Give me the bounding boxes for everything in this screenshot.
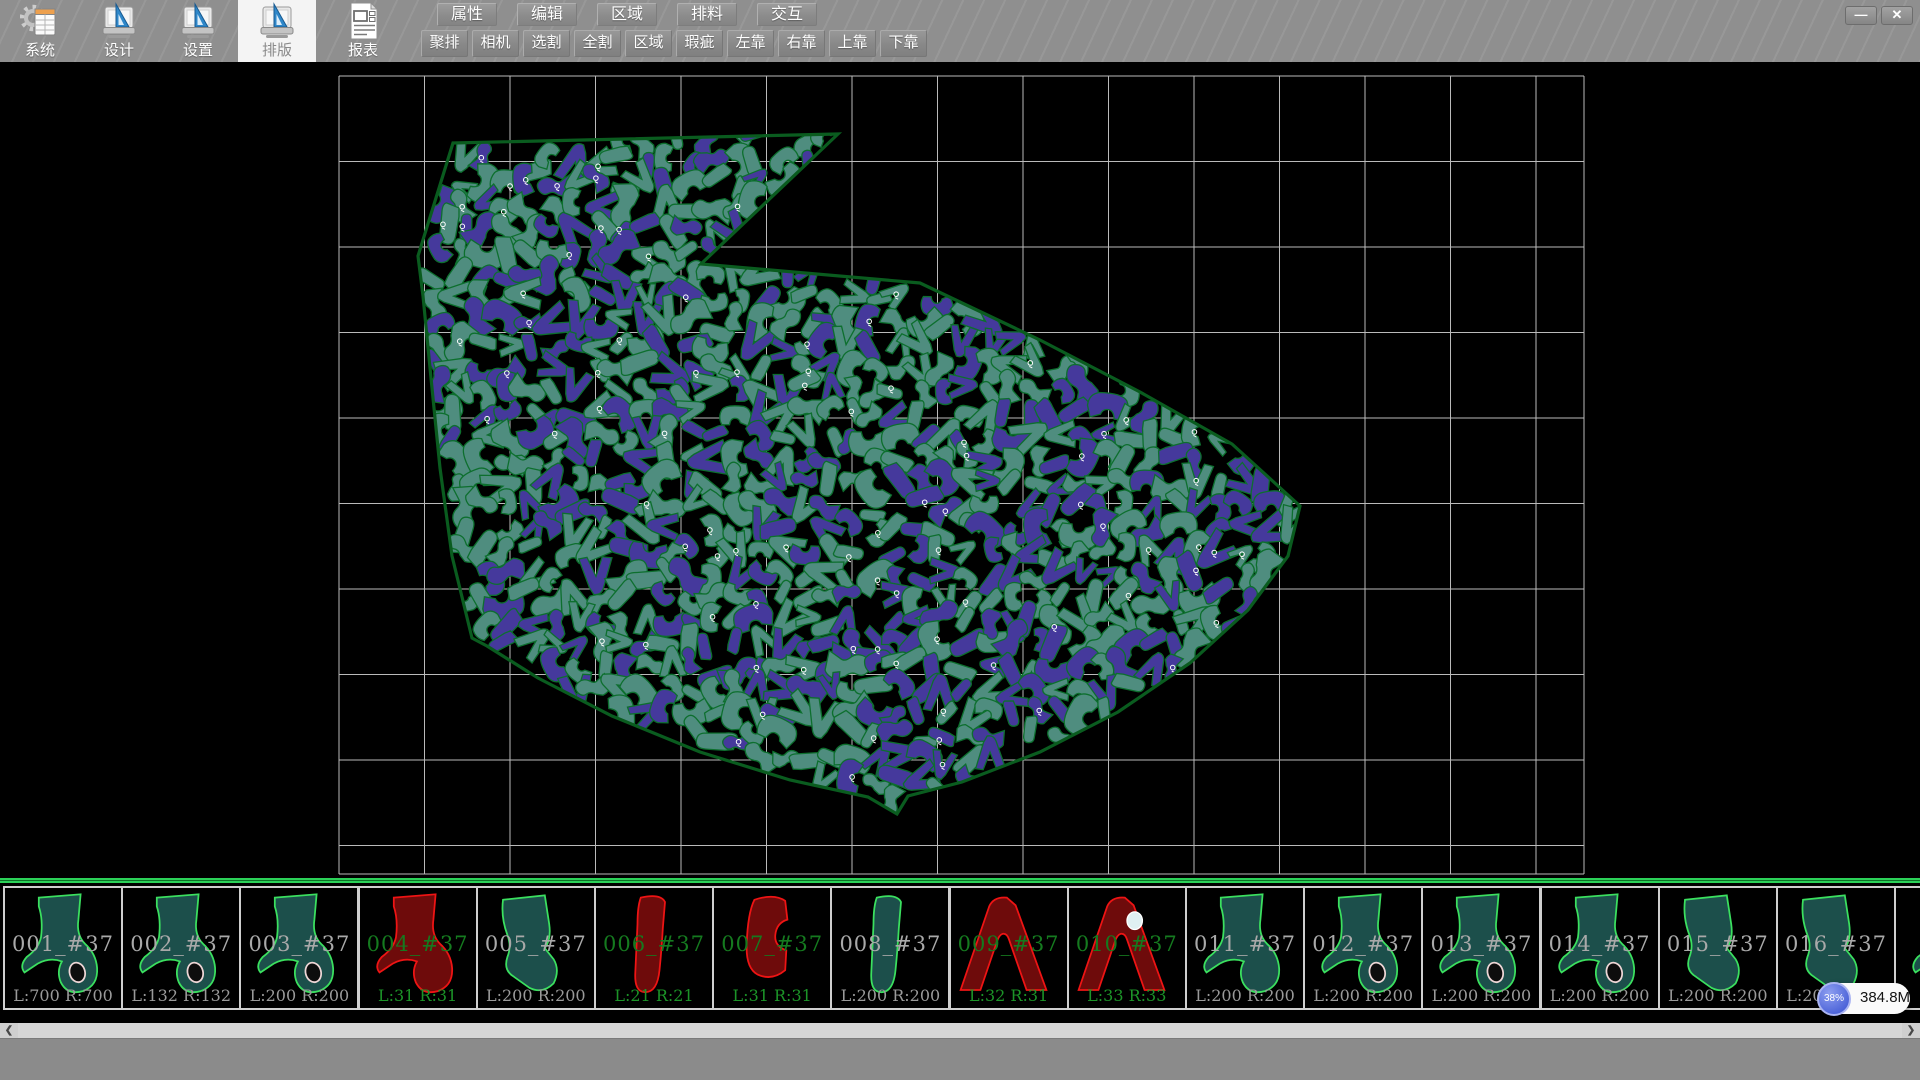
thumbnail-002_#37[interactable]: 002_#37 L:132 R:132: [121, 886, 241, 1010]
piece-id: 003_#37: [241, 932, 357, 956]
piece-id: 015_#37: [1660, 932, 1776, 956]
thumbnail-001_#37[interactable]: 001_#37 L:700 R:700: [3, 886, 123, 1010]
toolbar: 系统设计设置排版报表 属性编辑区域排料交互 聚排相机选割全割区域瑕疵左靠右靠上靠…: [0, 0, 1920, 62]
progress-badge: 38%: [1817, 982, 1851, 1016]
tool-defect[interactable]: 瑕疵: [676, 30, 723, 57]
piece-lr-count: L:31 R:31: [714, 986, 830, 1005]
minimize-button[interactable]: —: [1845, 6, 1877, 25]
menu-interact[interactable]: 交互: [757, 3, 817, 26]
piece-lr-count: L:32 R:31: [951, 986, 1067, 1005]
tool-align-top[interactable]: 上靠: [829, 30, 876, 57]
tool-cluster-nest[interactable]: 聚排: [421, 30, 468, 57]
tool-select-cut[interactable]: 选割: [523, 30, 570, 57]
progress-percent: 38%: [1824, 993, 1844, 1004]
piece-id: 002_#37: [123, 932, 239, 956]
thumbnail-015_#37[interactable]: 015_#37 L:200 R:200: [1658, 886, 1778, 1010]
piece-thumbnail-strip: 001_#37L:700 R:700002_#37L:132 R:132003_…: [0, 883, 1920, 1023]
tab-label: 排版: [238, 39, 316, 60]
tool-align-left[interactable]: 左靠: [727, 30, 774, 57]
piece-id: 016_#37: [1778, 932, 1894, 956]
piece-lr-count: L:21 R:21: [596, 986, 712, 1005]
tool-align-bottom[interactable]: 下靠: [880, 30, 927, 57]
settings-icon: [178, 1, 218, 41]
thumbnail-013_#37[interactable]: 013_#37 L:200 R:200: [1421, 886, 1541, 1010]
tab-report[interactable]: 报表: [324, 0, 402, 62]
tab-design[interactable]: 设计: [80, 0, 158, 62]
thumbnail-009_#37[interactable]: 009_#37 L:32 R:31: [949, 886, 1069, 1010]
tool-cut-all[interactable]: 全割: [574, 30, 621, 57]
piece-id: 010_#37: [1069, 932, 1185, 956]
piece-id: 005_#37: [478, 932, 594, 956]
tab-nesting[interactable]: 排版: [238, 0, 316, 62]
piece-id: 004_#37: [360, 932, 476, 956]
piece-id: 008_#37: [832, 932, 948, 956]
design-icon: [99, 1, 139, 41]
tool-camera[interactable]: 相机: [472, 30, 519, 57]
piece-id: 0: [1896, 932, 1920, 956]
h-scrollbar[interactable]: ❮ ❯: [0, 1023, 1920, 1038]
report-icon: [343, 1, 383, 41]
piece-lr-count: L:132 R:132: [123, 986, 239, 1005]
piece-lr-count: L:200 R:200: [1187, 986, 1303, 1005]
thumbnail-003_#37[interactable]: 003_#37 L:200 R:200: [239, 886, 359, 1010]
tab-label: 系统: [1, 39, 79, 60]
menu-region[interactable]: 区域: [597, 3, 657, 26]
piece-lr-count: L:31 R:31: [360, 986, 476, 1005]
scrollbar-thumb[interactable]: [18, 1023, 1902, 1038]
thumbnail-012_#37[interactable]: 012_#37 L:200 R:200: [1303, 886, 1423, 1010]
piece-lr-count: L:200 R:200: [241, 986, 357, 1005]
tab-settings[interactable]: 设置: [159, 0, 237, 62]
nesting-canvas[interactable]: [0, 62, 1920, 878]
piece-id: 007_#37: [714, 932, 830, 956]
piece-id: 012_#37: [1305, 932, 1421, 956]
system-icon: [20, 1, 60, 41]
piece-lr-count: L:200 R:200: [1305, 986, 1421, 1005]
thumbnail-010_#37[interactable]: 010_#37 L:33 R:33: [1067, 886, 1187, 1010]
piece-lr-count: L:200 R:200: [1542, 986, 1658, 1005]
status-bar: [0, 1038, 1920, 1080]
piece-lr-count: L:33 R:33: [1069, 986, 1185, 1005]
tab-label: 设计: [80, 39, 158, 60]
thumbnail-006_#37[interactable]: 006_#37 L:21 R:21: [594, 886, 714, 1010]
nesting-icon: [257, 1, 297, 41]
thumbnail-008_#37[interactable]: 008_#37 L:200 R:200: [830, 886, 950, 1010]
piece-id: 001_#37: [5, 932, 121, 956]
tab-system[interactable]: 系统: [1, 0, 79, 62]
piece-id: 011_#37: [1187, 932, 1303, 956]
scroll-left-arrow[interactable]: ❮: [0, 1023, 18, 1038]
piece-id: 013_#37: [1423, 932, 1539, 956]
menu-edit[interactable]: 编辑: [517, 3, 577, 26]
piece-id: 006_#37: [596, 932, 712, 956]
menu-properties[interactable]: 属性: [437, 3, 497, 26]
piece-lr-count: L:200 R:200: [1660, 986, 1776, 1005]
scroll-right-arrow[interactable]: ❯: [1902, 1023, 1920, 1038]
piece-id: 009_#37: [951, 932, 1067, 956]
close-button[interactable]: ✕: [1881, 6, 1913, 25]
tab-label: 报表: [324, 39, 402, 60]
tool-region[interactable]: 区域: [625, 30, 672, 57]
thumbnail-014_#37[interactable]: 014_#37 L:200 R:200: [1540, 886, 1660, 1010]
piece-lr-count: L:700 R:700: [5, 986, 121, 1005]
application-window: 系统设计设置排版报表 属性编辑区域排料交互 聚排相机选割全割区域瑕疵左靠右靠上靠…: [0, 0, 1920, 1080]
memory-usage: 384.8M: [1860, 989, 1910, 1006]
menu-nesting[interactable]: 排料: [677, 3, 737, 26]
thumbnail-007_#37[interactable]: 007_#37 L:31 R:31: [712, 886, 832, 1010]
piece-lr-count: L:200 R:200: [1423, 986, 1539, 1005]
thumbnail-011_#37[interactable]: 011_#37 L:200 R:200: [1185, 886, 1305, 1010]
piece-lr-count: L:200 R:200: [832, 986, 948, 1005]
piece-id: 014_#37: [1542, 932, 1658, 956]
thumbnail-004_#37[interactable]: 004_#37 L:31 R:31: [358, 886, 478, 1010]
piece-lr-count: L:200 R:200: [478, 986, 594, 1005]
tool-align-right[interactable]: 右靠: [778, 30, 825, 57]
tab-label: 设置: [159, 39, 237, 60]
thumbnail-005_#37[interactable]: 005_#37 L:200 R:200: [476, 886, 596, 1010]
